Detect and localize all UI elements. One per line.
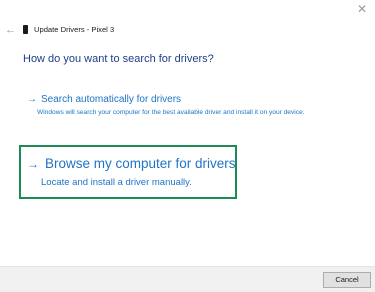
search-automatically-option[interactable]: → Search automatically for drivers Window… — [27, 94, 327, 118]
browse-computer-option[interactable]: → Browse my computer for drivers Locate a… — [19, 145, 237, 199]
search-automatically-description: Windows will search your computer for th… — [37, 109, 305, 116]
page-heading: How do you want to search for drivers? — [23, 53, 214, 65]
right-arrow-icon: → — [27, 157, 39, 171]
browse-computer-label: Browse my computer for drivers — [45, 156, 236, 171]
update-drivers-dialog: ✕ ← Update Drivers - Pixel 3 How do you … — [0, 0, 375, 292]
back-arrow-icon[interactable]: ← — [5, 22, 16, 38]
dialog-footer: Cancel — [0, 266, 375, 292]
search-automatically-title[interactable]: → Search automatically for drivers — [27, 94, 327, 106]
phone-icon — [23, 25, 28, 34]
search-automatically-label: Search automatically for drivers — [41, 94, 182, 105]
right-arrow-icon: → — [27, 94, 37, 105]
window-title: Update Drivers - Pixel 3 — [34, 25, 115, 34]
browse-computer-title[interactable]: → Browse my computer for drivers — [27, 156, 236, 172]
cancel-button[interactable]: Cancel — [323, 272, 371, 288]
browse-computer-description: Locate and install a driver manually. — [41, 177, 192, 188]
close-icon[interactable]: ✕ — [355, 2, 369, 16]
